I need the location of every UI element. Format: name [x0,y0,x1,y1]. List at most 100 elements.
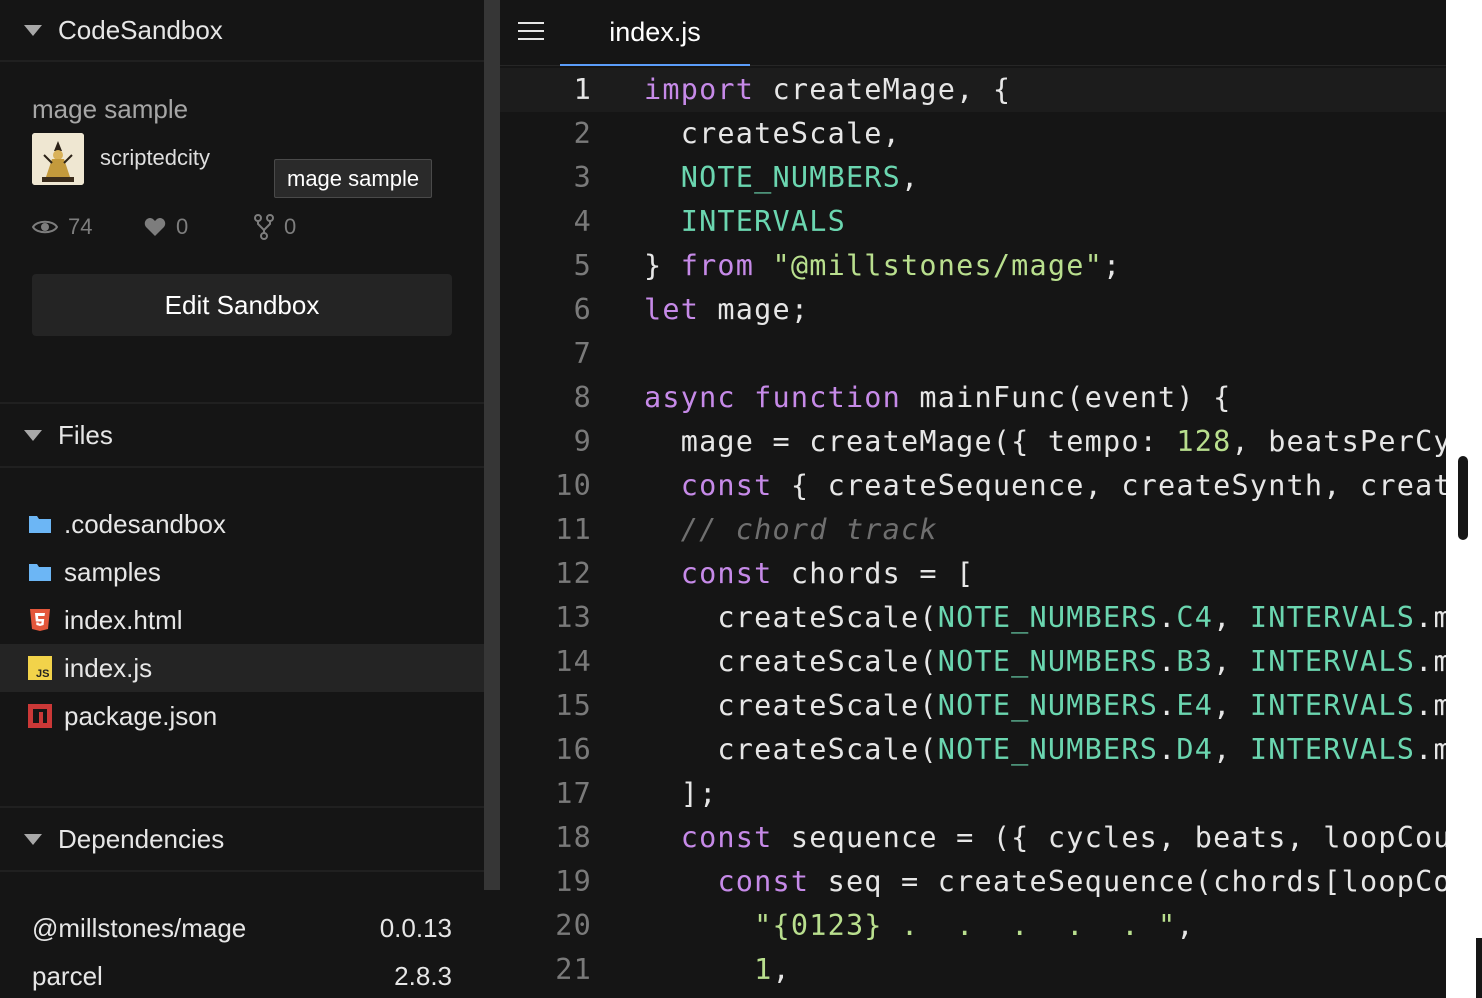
hamburger-menu-icon[interactable] [518,22,544,42]
line-number: 13 [555,601,592,634]
editor-scrollbar[interactable] [1446,0,1482,998]
line-number: 16 [555,733,592,766]
scrollbar-edge [1476,938,1482,998]
code-token: INTERVALS [1249,689,1416,722]
code-token: , [1213,689,1250,722]
code-token: . [1158,645,1177,678]
file-row-package-json[interactable]: package.json [0,692,484,740]
code-token: D4 [1176,733,1214,766]
code-text: const seq = createSequence(chords[loopCo… [644,860,1446,904]
code-line[interactable]: 15 createScale(NOTE_NUMBERS.E4, INTERVAL… [500,684,1446,728]
code-token: async [644,381,736,414]
line-number: 17 [555,777,592,810]
code-line[interactable]: 21 1, [500,948,1446,992]
code-line[interactable]: 7 [500,332,1446,376]
avatar[interactable] [32,133,84,185]
code-line[interactable]: 18 const sequence = ({ cycles, beats, lo… [500,816,1446,860]
author-name[interactable]: scriptedcity [100,145,210,171]
code-lines[interactable]: 1 import createMage, {2 createScale, 3 NOT… [500,68,1446,992]
code-token: const [680,821,773,854]
code-token: , beatsPerCyc [1231,425,1446,458]
code-token: let [644,293,700,326]
file-name: package.json [64,700,218,731]
code-line[interactable]: 19 const seq = createSequence(chords[loo… [500,860,1446,904]
likes-stat[interactable]: 0 [144,214,188,240]
svg-text:JS: JS [36,668,49,680]
line-number: 4 [573,205,592,238]
sidebar-scrollbar-thumb[interactable] [484,0,500,890]
code-line[interactable]: 9 mage = createMage({ tempo: 128, beatsP… [500,420,1446,464]
code-line[interactable]: 8 async function mainFunc(event) { [500,376,1446,420]
code-line[interactable]: 12 const chords = [ [500,552,1446,596]
tab-index-js[interactable]: index.js [560,0,750,66]
file-row-samples[interactable]: samples [0,548,484,596]
edit-sandbox-button[interactable]: Edit Sandbox [32,274,452,336]
code-line[interactable]: 3 NOTE_NUMBERS, [500,156,1446,200]
editor-tab-bar: index.js [500,0,1446,66]
code-line[interactable]: 10 const { createSequence, createSynth, … [500,464,1446,508]
code-token: B3 [1176,645,1214,678]
code-text: NOTE_NUMBERS, [644,156,919,200]
code-token: INTERVALS [1249,601,1416,634]
code-line[interactable]: 5} from "@millstones/mage"; [500,244,1446,288]
code-line[interactable]: 20 "{0123} . . . . . ", [500,904,1446,948]
forks-stat[interactable]: 0 [254,214,296,240]
code-token: ; [1102,249,1122,282]
file-row-index-js[interactable]: JS index.js [0,644,484,692]
files-section-header[interactable]: Files [0,402,484,468]
code-editor[interactable]: index.js 1 import createMage, {2 createSc… [500,0,1446,998]
code-text: mage = createMage({ tempo: 128, beatsPer… [644,420,1446,464]
code-token: mage; [699,293,810,326]
code-line[interactable]: 1 import createMage, { [500,68,1446,112]
editor-scrollbar-thumb[interactable] [1458,456,1468,540]
codesandbox-section-header[interactable]: CodeSandbox [0,0,484,62]
line-number: 15 [555,689,592,722]
code-token: , [1213,601,1250,634]
line-number: 8 [573,381,592,414]
code-token: . [1158,601,1177,634]
file-row-codesandbox[interactable]: .codesandbox [0,500,484,548]
code-token: .mi [1415,689,1446,722]
code-token: } [644,249,681,282]
code-token: ]; [644,777,718,810]
code-text: const chords = [ [644,552,974,596]
line-number: 6 [573,293,592,326]
code-line[interactable]: 11 // chord track [500,508,1446,552]
code-token: createScale( [644,601,938,634]
dependencies-section-header[interactable]: Dependencies [0,806,484,872]
code-line[interactable]: 14 createScale(NOTE_NUMBERS.B3, INTERVAL… [500,640,1446,684]
code-line[interactable]: 16 createScale(NOTE_NUMBERS.D4, INTERVAL… [500,728,1446,772]
code-token: 1 [754,953,773,986]
code-token: . [1158,733,1177,766]
code-text: "{0123} . . . . . ", [644,904,1195,948]
code-text: createScale(NOTE_NUMBERS.E4, INTERVALS.m… [644,684,1446,728]
code-token: NOTE_NUMBERS [680,161,902,194]
line-number: 18 [555,821,592,854]
dependency-row[interactable]: @millstones/mage 0.0.13 [32,908,452,948]
file-name: index.js [64,652,153,683]
code-line[interactable]: 2 createScale, [500,112,1446,156]
code-token: , [1176,909,1195,942]
code-text: async function mainFunc(event) { [644,376,1231,420]
heart-icon [144,218,166,236]
code-line[interactable]: 6 let mage; [500,288,1446,332]
code-text: createScale(NOTE_NUMBERS.C4, INTERVALS.m… [644,596,1446,640]
code-line[interactable]: 13 createScale(NOTE_NUMBERS.C4, INTERVAL… [500,596,1446,640]
code-text: createScale, [644,112,901,156]
line-number: 3 [573,161,592,194]
file-row-index-html[interactable]: index.html [0,596,484,644]
code-line[interactable]: 17 ]; [500,772,1446,816]
code-line[interactable]: 4 INTERVALS [500,200,1446,244]
forks-count: 0 [284,214,297,239]
code-token: .mi [1415,645,1446,678]
code-token: const [717,865,810,898]
sidebar-scrollbar[interactable] [484,0,500,890]
code-token: "@millstones/mage" [772,249,1103,282]
dependency-row[interactable]: parcel 2.8.3 [32,956,452,996]
